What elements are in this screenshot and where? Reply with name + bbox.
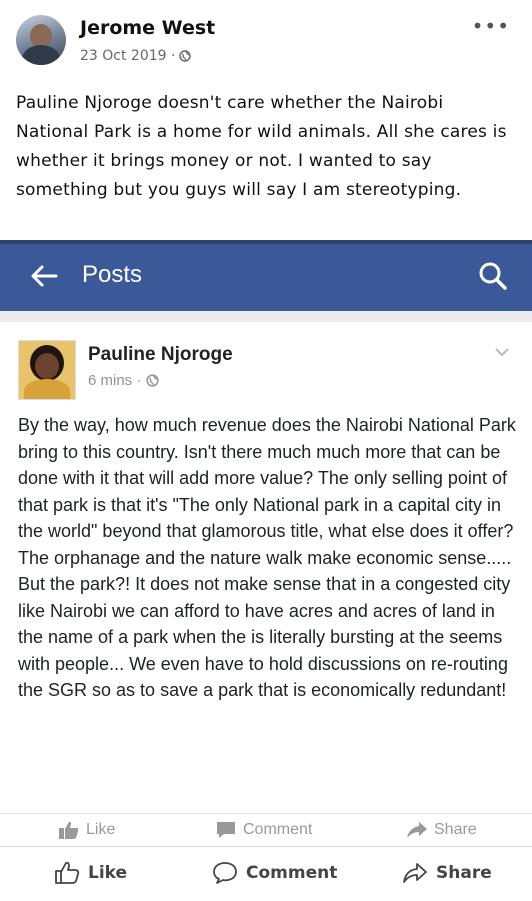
thumbs-up-icon	[55, 861, 80, 884]
globe-icon	[179, 50, 192, 62]
top-bar-title: Posts	[82, 261, 143, 288]
embedded-comment-button[interactable]: Comment	[215, 820, 312, 840]
like-button[interactable]: Like	[54, 861, 127, 885]
embedded-post-meta: 6 mins ·	[88, 372, 160, 389]
comment-button[interactable]: Comment	[212, 861, 337, 885]
embedded-like-label: Like	[86, 821, 116, 838]
embedded-screenshot: Posts Pauline Njoroge 6 mins · By the wa…	[0, 240, 532, 844]
post-header: Jerome West 23 Oct 2019 · •••	[0, 0, 532, 80]
more-options-icon[interactable]: •••	[472, 14, 510, 38]
embedded-like-button[interactable]: Like	[58, 820, 115, 840]
embedded-author-name[interactable]: Pauline Njoroge	[88, 344, 233, 366]
embedded-action-bar: Like Comment Share	[0, 813, 532, 842]
back-arrow-icon[interactable]	[28, 260, 60, 292]
post-text: Pauline Njoroge doesn't care whether the…	[16, 93, 507, 200]
search-icon[interactable]	[478, 261, 508, 291]
globe-icon	[146, 374, 160, 387]
share-button[interactable]: Share	[402, 861, 492, 885]
app-top-bar: Posts	[0, 240, 532, 311]
embedded-comment-label: Comment	[243, 821, 313, 838]
comment-icon	[217, 822, 235, 838]
post-date[interactable]: 23 Oct 2019 ·	[80, 48, 175, 64]
embedded-post-card: Pauline Njoroge 6 mins · By the way, how…	[0, 322, 532, 844]
embedded-share-label: Share	[434, 821, 477, 838]
post-meta: 23 Oct 2019 ·	[80, 48, 192, 64]
post-action-bar: Like Comment Share	[0, 846, 532, 901]
embedded-share-button[interactable]: Share	[406, 820, 477, 840]
chevron-down-icon[interactable]	[494, 346, 510, 358]
comment-label: Comment	[246, 863, 338, 883]
share-icon	[403, 863, 427, 883]
embedded-author-avatar[interactable]	[18, 340, 76, 400]
author-name[interactable]: Jerome West	[80, 17, 215, 39]
embedded-post-time: 6 mins ·	[88, 372, 142, 389]
like-label: Like	[88, 863, 128, 883]
share-label: Share	[436, 863, 492, 883]
comment-icon	[213, 862, 237, 884]
thumbs-up-icon	[59, 821, 79, 839]
embedded-post-text: By the way, how much revenue does the Na…	[18, 415, 516, 700]
share-icon	[407, 822, 427, 838]
author-avatar[interactable]	[16, 15, 66, 65]
